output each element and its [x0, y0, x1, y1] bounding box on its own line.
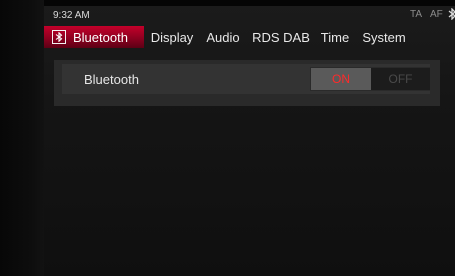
left-bezel [0, 0, 44, 276]
tab-bluetooth[interactable]: Bluetooth [44, 26, 144, 48]
status-bar: 9:32 AM TA AF [44, 6, 455, 24]
tab-label: RDS DAB [252, 29, 310, 45]
ta-indicator: TA [410, 9, 423, 20]
settings-tabs: Bluetooth Display Audio RDS DAB Time Sys… [44, 26, 455, 48]
tab-audio[interactable]: Audio [200, 26, 246, 48]
bluetooth-setting-row: Bluetooth ON OFF [62, 64, 431, 94]
toggle-on-button[interactable]: ON [311, 68, 371, 90]
bluetooth-icon [52, 30, 66, 44]
settings-screen: 9:32 AM TA AF Bluetooth Display Audio RD… [44, 6, 455, 276]
clock: 9:32 AM [53, 10, 90, 21]
tab-display[interactable]: Display [144, 26, 200, 48]
toggle-off-button[interactable]: OFF [371, 68, 430, 90]
tab-label: System [362, 29, 406, 45]
bluetooth-settings-panel: Bluetooth ON OFF [54, 60, 440, 106]
tab-label: Time [320, 29, 350, 45]
tab-system[interactable]: System [354, 26, 414, 48]
af-indicator: AF [430, 9, 443, 20]
bluetooth-toggle[interactable]: ON OFF [310, 67, 431, 91]
tab-time[interactable]: Time [316, 26, 354, 48]
tab-label: Display [150, 29, 194, 45]
bluetooth-status-icon [447, 7, 455, 21]
tab-label: Bluetooth [73, 29, 128, 45]
tab-rds-dab[interactable]: RDS DAB [246, 26, 316, 48]
tab-label: Audio [206, 29, 240, 45]
bluetooth-setting-label: Bluetooth [84, 72, 139, 87]
